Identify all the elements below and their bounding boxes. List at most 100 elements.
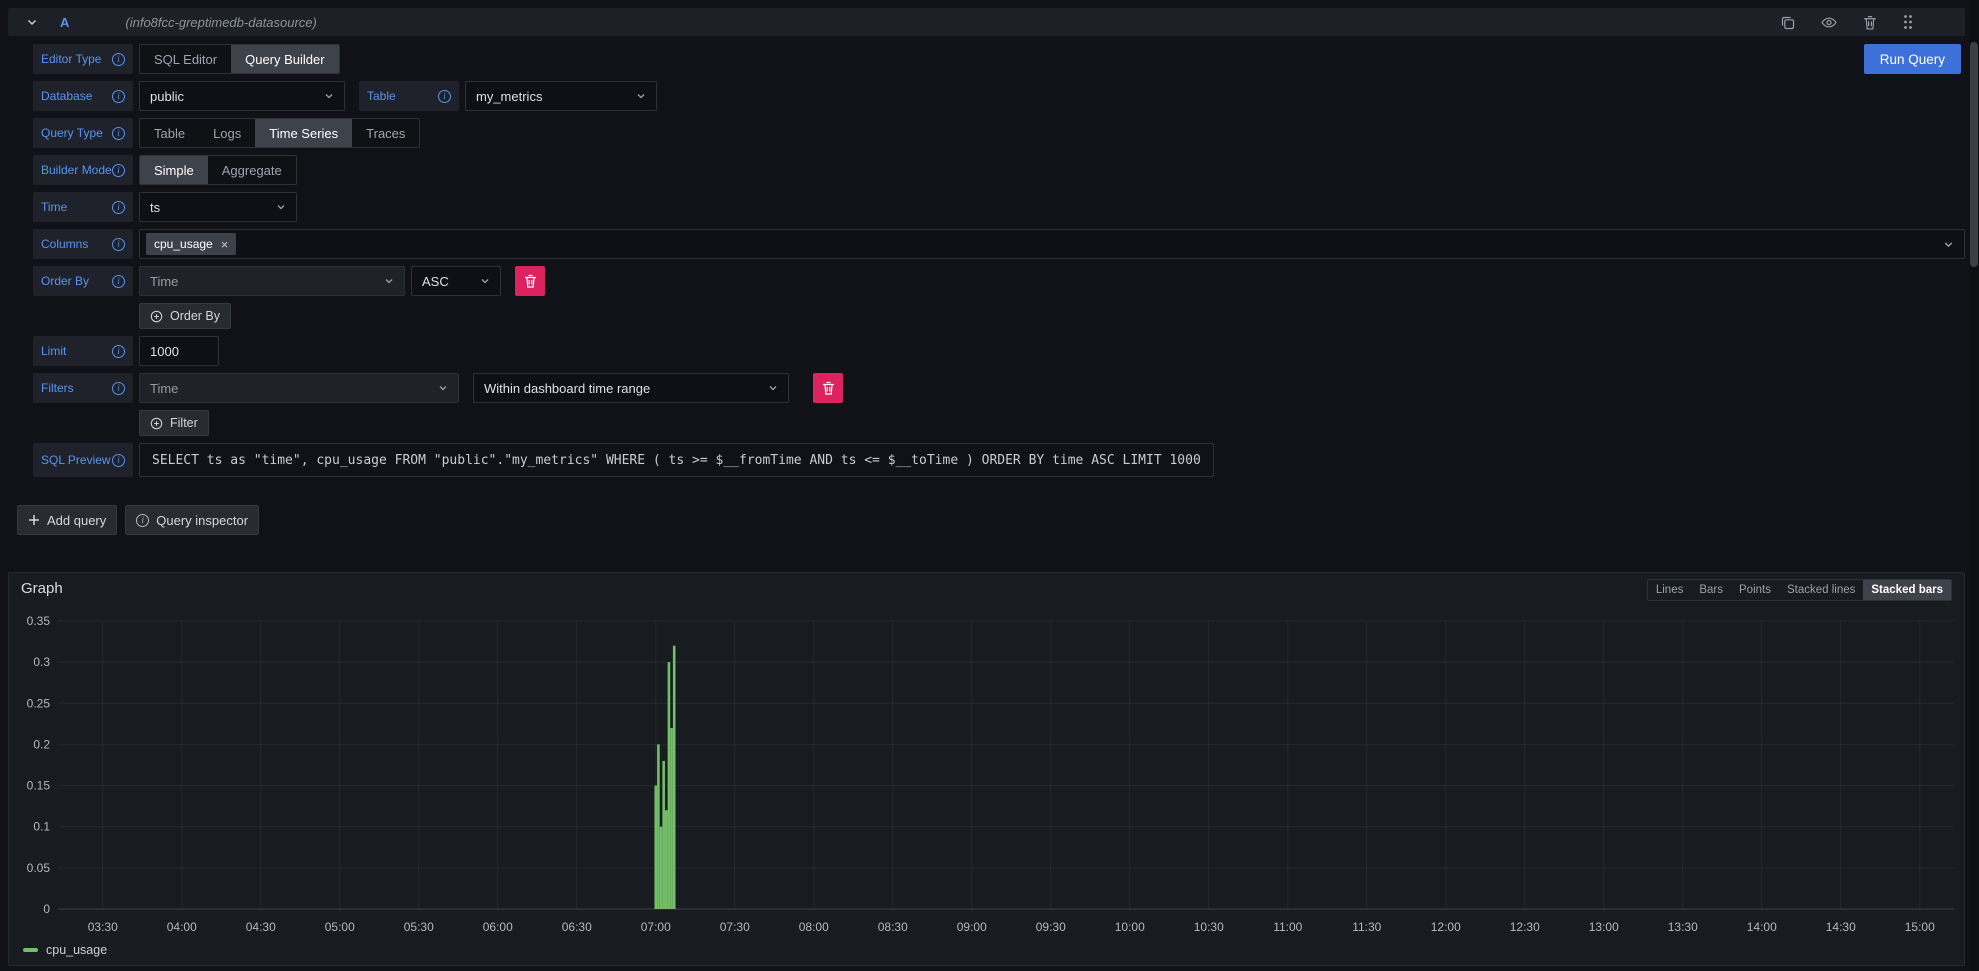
field-row-filters: Filters Time Within dashboard time range [33, 373, 1965, 403]
info-icon[interactable] [112, 454, 125, 467]
y-axis-tick-label: 0.1 [33, 820, 50, 834]
bar-cpu_usage-07:05 [668, 662, 671, 909]
editor-type-option-sql-editor[interactable]: SQL Editor [140, 45, 231, 73]
query-type-option-traces[interactable]: Traces [352, 119, 419, 147]
column-tag-label: cpu_usage [154, 237, 213, 251]
x-axis-tick-label: 07:00 [641, 920, 671, 934]
info-icon[interactable] [112, 164, 125, 177]
time-column-select[interactable]: ts [139, 192, 297, 222]
x-axis-tick-label: 15:00 [1905, 920, 1935, 934]
info-icon[interactable] [112, 90, 125, 103]
table-label: Table [367, 89, 396, 103]
query-type-group: TableLogsTime SeriesTraces [139, 118, 420, 148]
duplicate-query-icon[interactable] [1780, 15, 1795, 30]
database-select[interactable]: public [139, 81, 345, 111]
chart-legend: cpu_usage [23, 943, 107, 957]
remove-filter-button[interactable] [813, 373, 843, 403]
display-mode-group: LinesBarsPointsStacked linesStacked bars [1647, 579, 1952, 601]
sql-preview-text: SELECT ts as "time", cpu_usage FROM "pub… [139, 443, 1214, 477]
display-mode-option-stacked-lines[interactable]: Stacked lines [1779, 580, 1863, 600]
grafana-query-editor-page: A (info8fcc-greptimedb-datasource) Run Q… [0, 0, 1979, 971]
filter-condition-select[interactable]: Within dashboard time range [473, 373, 789, 403]
bar-cpu_usage-07:06 [670, 728, 673, 909]
editor-type-label: Editor Type [41, 52, 101, 66]
display-mode-option-stacked-bars[interactable]: Stacked bars [1863, 580, 1951, 600]
delete-query-trash-icon[interactable] [1863, 15, 1877, 30]
x-axis-tick-label: 04:00 [167, 920, 197, 934]
info-icon[interactable] [438, 90, 451, 103]
editor-footer: Add query Query inspector [17, 505, 1965, 535]
chevron-down-icon [636, 91, 646, 101]
info-icon[interactable] [112, 201, 125, 214]
info-icon[interactable] [112, 382, 125, 395]
columns-multiselect[interactable]: cpu_usage × [139, 229, 1965, 259]
bar-cpu_usage-07:02 [660, 827, 663, 909]
y-axis-tick-label: 0 [43, 902, 50, 916]
query-type-option-time-series[interactable]: Time Series [255, 119, 352, 147]
order-by-column-select[interactable]: Time [139, 266, 405, 296]
query-inspector-button[interactable]: Query inspector [125, 505, 259, 535]
filter-column-select[interactable]: Time [139, 373, 459, 403]
hide-query-eye-icon[interactable] [1821, 16, 1837, 29]
display-mode-option-lines[interactable]: Lines [1648, 580, 1692, 600]
x-axis-tick-label: 11:30 [1352, 920, 1381, 934]
builder-mode-group: SimpleAggregate [139, 155, 297, 185]
editor-type-option-query-builder[interactable]: Query Builder [231, 45, 338, 73]
query-type-option-logs[interactable]: Logs [199, 119, 255, 147]
legend-series-name: cpu_usage [46, 943, 107, 957]
add-order-by-button[interactable]: Order By [139, 303, 231, 329]
table-select[interactable]: my_metrics [465, 81, 657, 111]
x-axis-tick-label: 04:30 [246, 920, 276, 934]
order-by-direction-select[interactable]: ASC [411, 266, 501, 296]
bar-cpu_usage-07:04 [665, 810, 668, 909]
field-row-add-order-by: Order By [33, 303, 1965, 329]
remove-column-tag-icon[interactable]: × [221, 238, 229, 251]
add-filter-button[interactable]: Filter [139, 410, 209, 436]
page-scrollbar[interactable] [1969, 0, 1979, 971]
display-mode-option-bars[interactable]: Bars [1691, 580, 1731, 600]
limit-input[interactable]: 1000 [139, 336, 219, 366]
x-axis-tick-label: 06:00 [483, 920, 513, 934]
drag-handle-icon[interactable] [1903, 14, 1913, 30]
info-icon[interactable] [112, 53, 125, 66]
label-spacer [33, 410, 133, 436]
x-axis-tick-label: 10:00 [1115, 920, 1145, 934]
info-icon[interactable] [112, 127, 125, 140]
builder-mode-option-aggregate[interactable]: Aggregate [208, 156, 296, 184]
chevron-down-icon [384, 276, 394, 286]
x-axis-tick-label: 13:00 [1589, 920, 1619, 934]
time-series-chart[interactable]: 00.050.10.150.20.250.30.3503:3004:0004:3… [9, 609, 1956, 953]
display-mode-option-points[interactable]: Points [1731, 580, 1779, 600]
x-axis-tick-label: 14:00 [1747, 920, 1777, 934]
x-axis-tick-label: 05:30 [404, 920, 434, 934]
info-icon[interactable] [112, 238, 125, 251]
run-query-button[interactable]: Run Query [1864, 44, 1961, 74]
info-icon[interactable] [112, 275, 125, 288]
scrollbar-thumb[interactable] [1970, 42, 1978, 267]
field-row-order-by: Order By Time ASC [33, 266, 1965, 296]
legend-item-cpu_usage[interactable]: cpu_usage [23, 943, 107, 957]
x-axis-tick-label: 09:30 [1036, 920, 1066, 934]
filters-label: Filters [41, 381, 74, 395]
query-type-option-table[interactable]: Table [140, 119, 199, 147]
graph-panel: Graph LinesBarsPointsStacked linesStacke… [8, 572, 1965, 966]
add-query-button[interactable]: Add query [17, 505, 117, 535]
field-row-query-type: Query Type TableLogsTime SeriesTraces [33, 118, 1965, 148]
chevron-down-icon [276, 202, 286, 212]
editor-type-group: SQL EditorQuery Builder [139, 44, 340, 74]
field-row-add-filter: Filter [33, 410, 1965, 436]
query-ref-id: A [60, 15, 69, 30]
collapse-query-icon[interactable] [26, 16, 38, 28]
info-icon[interactable] [112, 345, 125, 358]
y-axis-tick-label: 0.2 [33, 737, 50, 751]
y-axis-tick-label: 0.05 [27, 861, 51, 875]
field-row-builder-mode: Builder Mode SimpleAggregate [33, 155, 1965, 185]
sql-preview-label: SQL Preview [41, 453, 111, 467]
chevron-down-icon [438, 383, 448, 393]
remove-order-by-button[interactable] [515, 266, 545, 296]
builder-mode-option-simple[interactable]: Simple [140, 156, 208, 184]
database-label: Database [41, 89, 92, 103]
x-axis-tick-label: 05:00 [325, 920, 355, 934]
columns-label-cell: Columns [33, 229, 133, 259]
query-type-label-cell: Query Type [33, 118, 133, 148]
